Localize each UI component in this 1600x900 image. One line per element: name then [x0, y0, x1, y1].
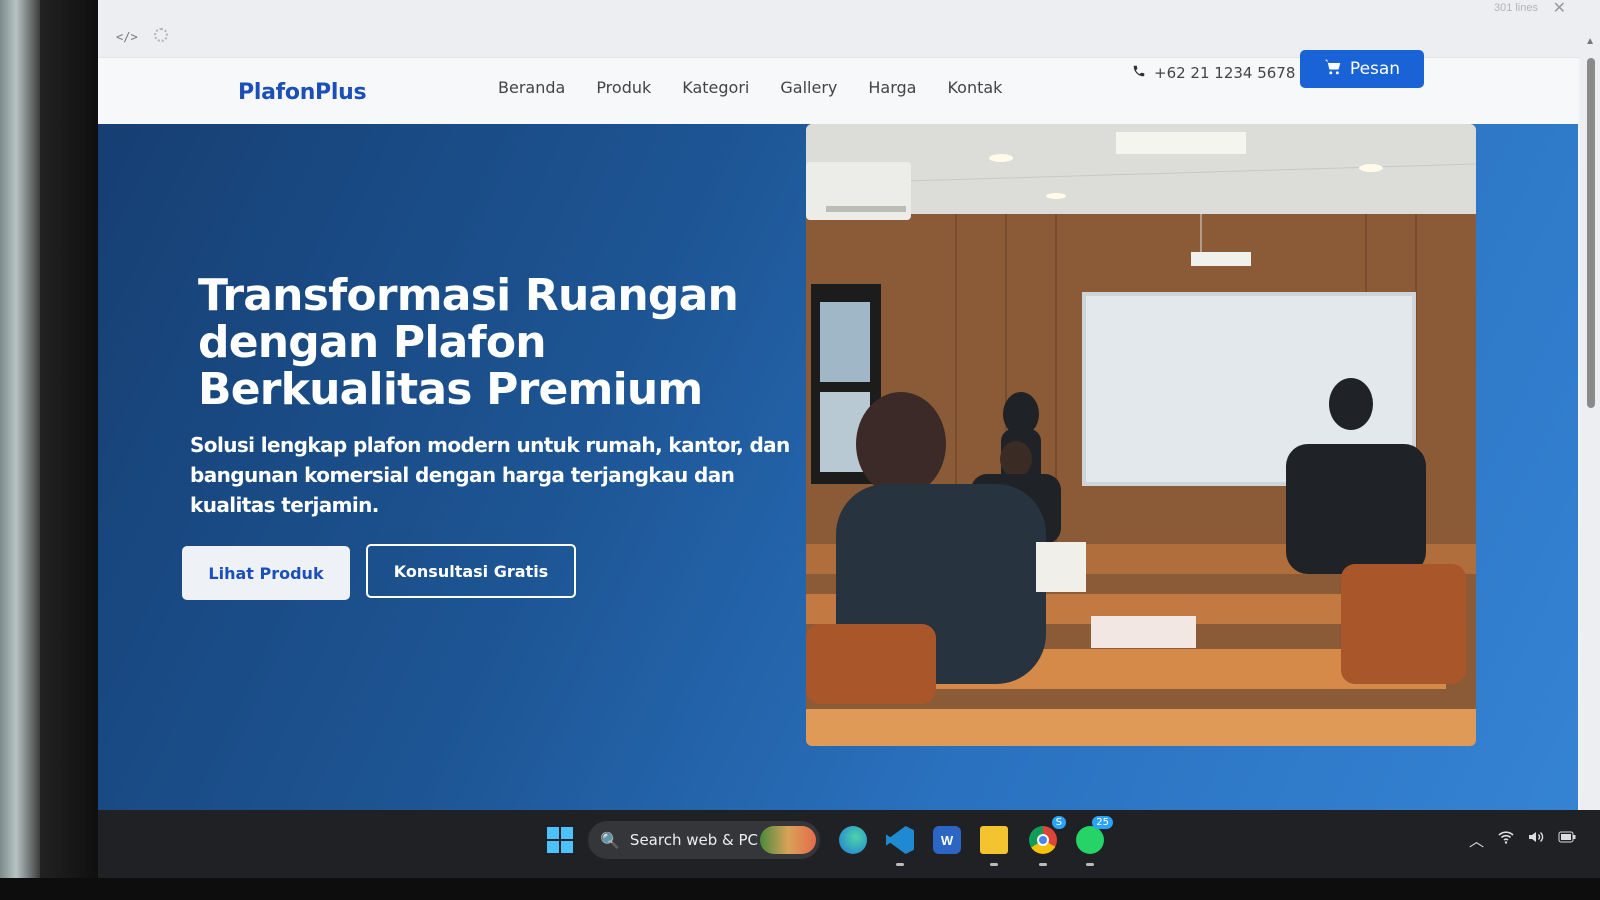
order-button[interactable]: Pesan — [1300, 50, 1424, 88]
scroll-up-icon[interactable]: ▲ — [1585, 36, 1595, 47]
chrome-icon[interactable]: S — [1026, 816, 1066, 866]
monitor-bezel — [40, 0, 98, 900]
view-products-button[interactable]: Lihat Produk — [182, 546, 350, 600]
loading-icon — [154, 28, 168, 42]
nav-link-kategori[interactable]: Kategori — [682, 78, 749, 97]
phone-number: +62 21 1234 5678 — [1154, 64, 1296, 82]
hero-title: Transformasi Ruangan dengan Plafon Berku… — [198, 270, 739, 415]
search-label: Search web & PC — [629, 831, 758, 849]
taskbar-search[interactable]: 🔍 Search web & PC — [588, 821, 820, 859]
scrollbar-thumb[interactable] — [1587, 58, 1595, 408]
close-icon[interactable]: ✕ — [1553, 0, 1566, 18]
lines-count: 301 lines — [1493, 2, 1538, 14]
nav-link-beranda[interactable]: Beranda — [498, 78, 565, 97]
monitor-bezel-bottom — [0, 878, 1600, 900]
speaker-icon[interactable] — [1528, 830, 1544, 851]
nav-link-gallery[interactable]: Gallery — [780, 78, 837, 97]
system-tray: ︿ — [1469, 830, 1576, 851]
hero-subtitle: Solusi lengkap plafon modern untuk rumah… — [190, 433, 790, 517]
whatsapp-badge: 25 — [1092, 816, 1113, 829]
nav-link-kontak[interactable]: Kontak — [947, 78, 1002, 97]
start-button[interactable] — [544, 820, 576, 860]
free-consultation-button[interactable]: Konsultasi Gratis — [366, 544, 576, 598]
whatsapp-icon[interactable]: 25 — [1073, 816, 1113, 866]
edge-icon[interactable] — [836, 820, 870, 860]
hero-section: Transformasi Ruangan dengan Plafon Berku… — [98, 124, 1578, 824]
cart-icon — [1324, 59, 1342, 80]
nav-links: Beranda Produk Kategori Gallery Harga Ko… — [498, 78, 1033, 97]
code-icon[interactable]: </> — [116, 30, 138, 44]
nav-link-produk[interactable]: Produk — [596, 78, 651, 97]
phone-icon — [1132, 64, 1146, 82]
hero-image — [806, 124, 1476, 746]
battery-icon[interactable] — [1558, 830, 1576, 851]
nav-link-harga[interactable]: Harga — [868, 78, 916, 97]
search-icon: 🔍 — [600, 830, 620, 850]
site-navbar: PlafonPlus Beranda Produk Kategori Galle… — [98, 50, 1578, 124]
search-highlight-icon — [760, 826, 816, 854]
vscode-icon[interactable] — [883, 820, 917, 866]
brand-logo[interactable]: PlafonPlus — [238, 80, 367, 105]
word-icon[interactable]: W — [930, 820, 964, 860]
screen: </> 301 lines ✕ PlafonPlus Beranda Produ… — [98, 0, 1600, 878]
file-explorer-icon[interactable] — [977, 820, 1011, 866]
taskbar: 🔍 Search web & PC W S 25 ︿ — [98, 810, 1600, 878]
phone-contact[interactable]: +62 21 1234 5678 — [1132, 64, 1295, 82]
desk-background — [0, 0, 40, 900]
order-button-label: Pesan — [1349, 59, 1401, 79]
tray-chevron-icon[interactable]: ︿ — [1469, 830, 1484, 851]
wifi-icon[interactable] — [1498, 830, 1514, 851]
chrome-badge: S — [1051, 816, 1066, 829]
windows-icon — [547, 827, 573, 853]
